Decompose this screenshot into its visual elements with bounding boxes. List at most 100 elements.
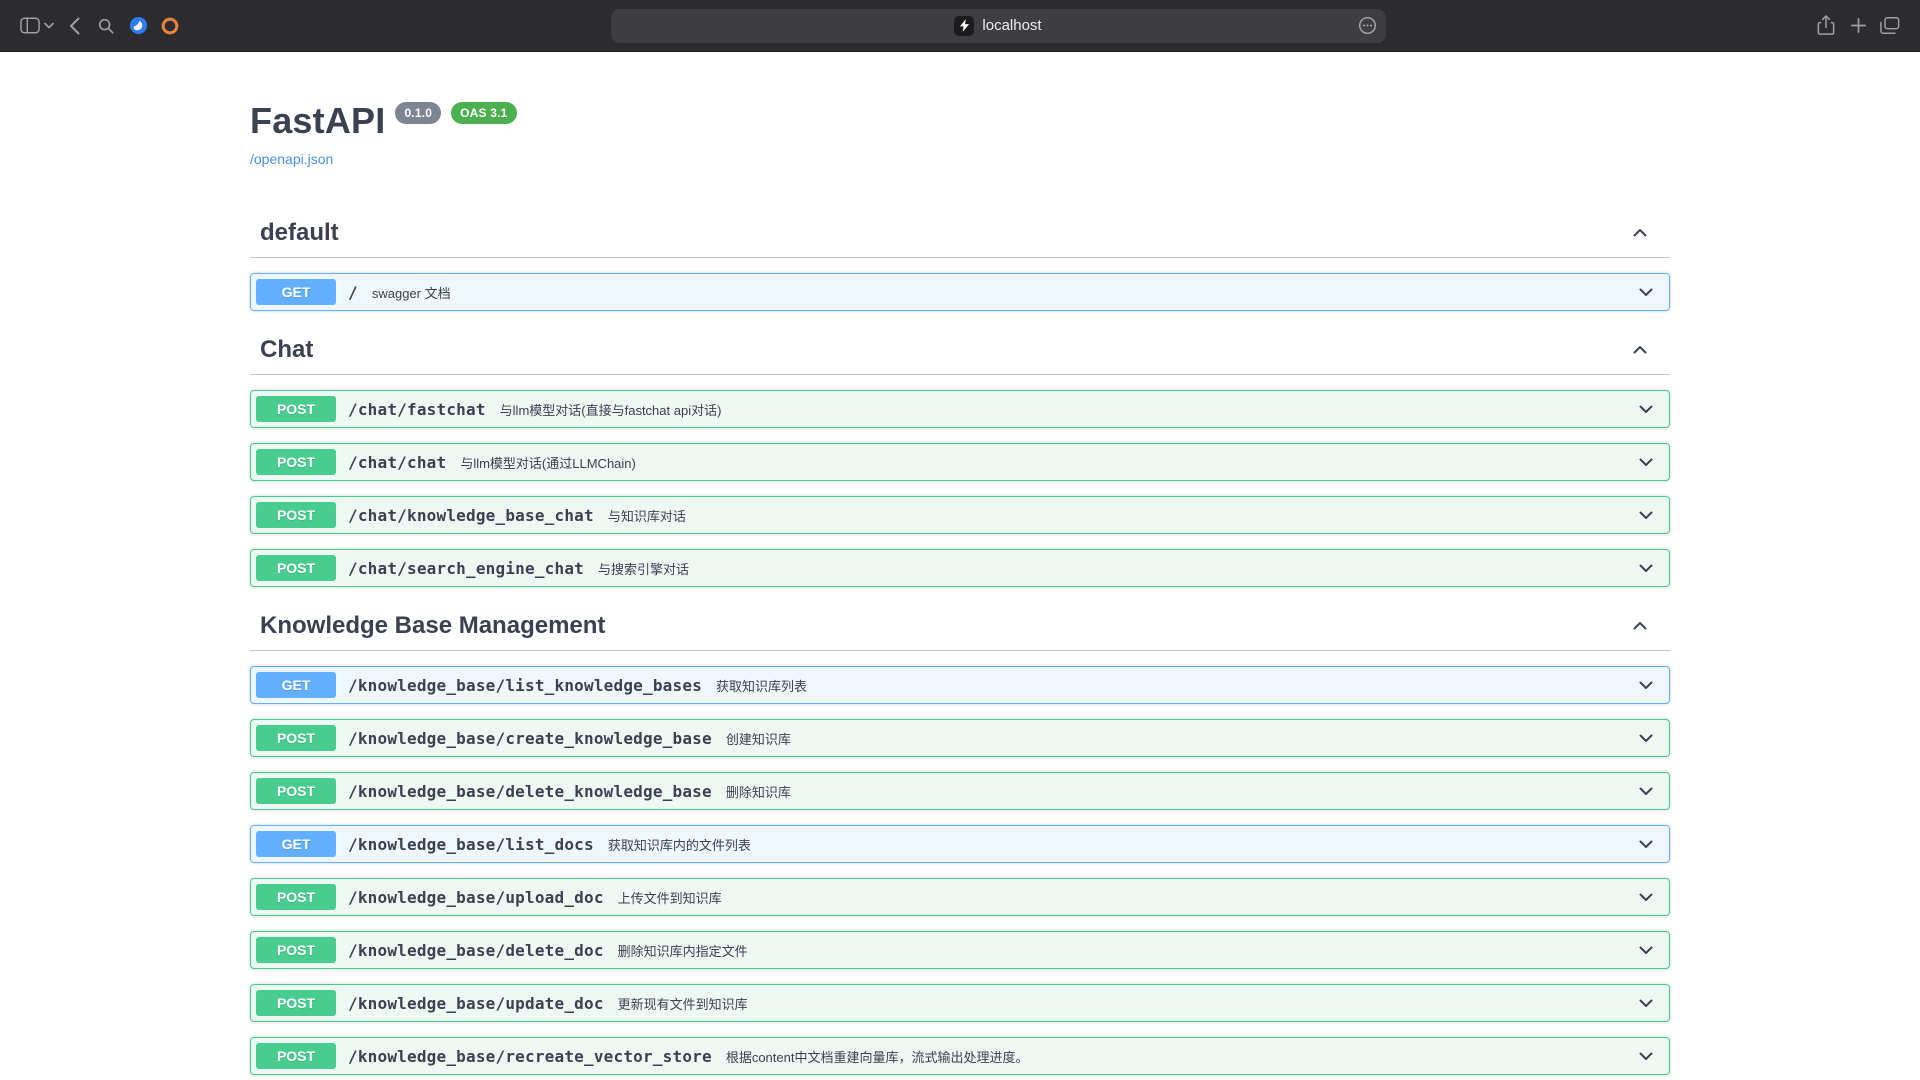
operation-path: /knowledge_base/create_knowledge_base [336,729,722,748]
http-method-badge: GET [256,672,336,698]
http-method-badge: POST [256,449,336,475]
chevron-down-icon[interactable] [40,10,58,42]
http-method-badge: POST [256,555,336,581]
http-method-badge: GET [256,831,336,857]
operation-row[interactable]: GET/swagger 文档 [250,273,1670,311]
operation-row[interactable]: POST/knowledge_base/delete_doc删除知识库内指定文件 [250,931,1670,969]
operation-summary: 删除知识库 [722,782,791,801]
operation-row[interactable]: POST/knowledge_base/update_doc更新现有文件到知识库 [250,984,1670,1022]
operation-row[interactable]: POST/chat/chat与llm模型对话(通过LLMChain) [250,443,1670,481]
operation-path: /knowledge_base/update_doc [336,994,614,1013]
expand-operation-icon[interactable] [1636,558,1664,578]
operation-path: / [336,283,368,302]
site-favicon-icon [954,16,974,36]
http-method-badge: POST [256,725,336,751]
expand-operation-icon[interactable] [1636,781,1664,801]
section-title: Knowledge Base Management [260,612,605,640]
expand-operation-icon[interactable] [1636,993,1664,1013]
operation-row[interactable]: POST/knowledge_base/create_knowledge_bas… [250,719,1670,757]
http-method-badge: POST [256,937,336,963]
operation-path: /knowledge_base/list_knowledge_bases [336,676,712,695]
api-tag-section: default GET/swagger 文档 [250,209,1670,311]
operation-path: /knowledge_base/recreate_vector_store [336,1047,722,1066]
expand-operation-icon[interactable] [1636,834,1664,854]
operation-summary: 获取知识库内的文件列表 [604,835,751,854]
operation-summary: 与llm模型对话(直接与fastchat api对话) [496,400,722,419]
operation-summary: 与知识库对话 [604,506,686,525]
openapi-link[interactable]: /openapi.json [250,151,333,167]
expand-operation-icon[interactable] [1636,399,1664,419]
operation-summary: 创建知识库 [722,729,791,748]
collapse-section-icon[interactable] [1630,340,1650,360]
operation-row[interactable]: POST/chat/knowledge_base_chat与知识库对话 [250,496,1670,534]
operation-summary: 删除知识库内指定文件 [614,941,748,960]
http-method-badge: POST [256,1043,336,1069]
operation-path: /chat/search_engine_chat [336,559,594,578]
expand-operation-icon[interactable] [1636,282,1664,302]
operation-summary: 获取知识库列表 [712,676,807,695]
operation-summary: 根据content中文档重建向量库，流式输出处理进度。 [722,1047,1029,1066]
http-method-badge: POST [256,884,336,910]
version-badge: 0.1.0 [395,102,441,124]
expand-operation-icon[interactable] [1636,1046,1664,1066]
show-tabs-icon[interactable] [1874,10,1906,42]
page-settings-icon[interactable] [1358,9,1377,43]
http-method-badge: POST [256,396,336,422]
url-text: localhost [982,17,1041,34]
expand-operation-icon[interactable] [1636,505,1664,525]
operation-path: /knowledge_base/delete_knowledge_base [336,782,722,801]
collapse-section-icon[interactable] [1630,223,1650,243]
api-title-text: FastAPI [250,100,385,142]
operation-path: /chat/knowledge_base_chat [336,506,604,525]
toolbar-right-controls [1810,10,1906,42]
back-icon[interactable] [58,10,90,42]
api-tag-section: Knowledge Base Management GET/knowledge_b… [250,602,1670,1075]
operation-path: /knowledge_base/upload_doc [336,888,614,907]
expand-operation-icon[interactable] [1636,728,1664,748]
expand-operation-icon[interactable] [1636,940,1664,960]
search-icon[interactable] [90,10,122,42]
http-method-badge: POST [256,778,336,804]
sections: defaultGET/swagger 文档ChatPOST/chat/fastc… [250,209,1670,1075]
new-tab-icon[interactable] [1842,10,1874,42]
toolbar-left-controls [14,10,186,42]
operation-row[interactable]: GET/knowledge_base/list_knowledge_bases获… [250,666,1670,704]
operation-path: /knowledge_base/delete_doc [336,941,614,960]
operation-row[interactable]: GET/knowledge_base/list_docs获取知识库内的文件列表 [250,825,1670,863]
operation-path: /knowledge_base/list_docs [336,835,604,854]
operation-row[interactable]: POST/chat/search_engine_chat与搜索引擎对话 [250,549,1670,587]
share-icon[interactable] [1810,10,1842,42]
operation-summary: 与llm模型对话(通过LLMChain) [456,453,636,472]
api-info: FastAPI 0.1.0 OAS 3.1 /openapi.json [250,100,1670,169]
operation-summary: 上传文件到知识库 [614,888,722,907]
section-title: default [260,219,339,247]
operation-path: /chat/fastchat [336,400,496,419]
api-title: FastAPI 0.1.0 OAS 3.1 [250,100,1670,142]
expand-operation-icon[interactable] [1636,452,1664,472]
section-title: Chat [260,336,313,364]
address-bar[interactable]: localhost [611,9,1386,43]
http-method-badge: POST [256,990,336,1016]
browser-toolbar: localhost [0,0,1920,52]
operation-row[interactable]: POST/knowledge_base/recreate_vector_stor… [250,1037,1670,1075]
extension-ring-icon[interactable] [154,10,186,42]
urlbar-area: localhost [186,9,1810,43]
expand-operation-icon[interactable] [1636,887,1664,907]
operation-row[interactable]: POST/chat/fastchat与llm模型对话(直接与fastchat a… [250,390,1670,428]
section-header[interactable]: default [250,209,1670,258]
operation-path: /chat/chat [336,453,456,472]
section-header[interactable]: Chat [250,326,1670,375]
api-tag-section: Chat POST/chat/fastchat与llm模型对话(直接与fastch… [250,326,1670,587]
http-method-badge: POST [256,502,336,528]
swagger-ui: FastAPI 0.1.0 OAS 3.1 /openapi.json defa… [230,100,1690,1075]
operation-row[interactable]: POST/knowledge_base/delete_knowledge_bas… [250,772,1670,810]
collapse-section-icon[interactable] [1630,616,1650,636]
expand-operation-icon[interactable] [1636,675,1664,695]
operation-summary: 更新现有文件到知识库 [614,994,748,1013]
operation-summary: 与搜索引擎对话 [594,559,689,578]
operation-row[interactable]: POST/knowledge_base/upload_doc上传文件到知识库 [250,878,1670,916]
extension-bird-icon[interactable] [122,10,154,42]
operation-summary: swagger 文档 [368,283,451,302]
http-method-badge: GET [256,279,336,305]
section-header[interactable]: Knowledge Base Management [250,602,1670,651]
